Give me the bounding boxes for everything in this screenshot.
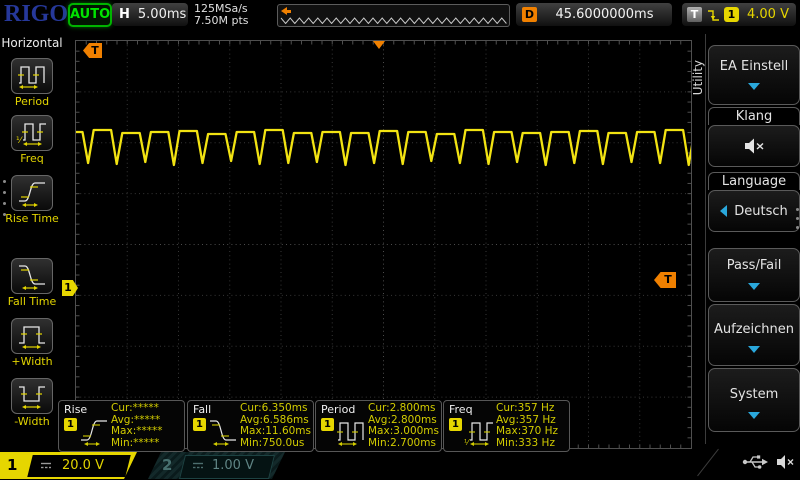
channel-status-bar: 1 20.0 V 2 1.00 V [0,450,800,480]
delay-value: 45.6000000ms [537,7,672,22]
measurement-panel-rise: Rise 1 Cur:***** Avg:***** Max:***** Min… [58,400,185,452]
measure-item-period[interactable]: Period [0,58,64,108]
channel2-status[interactable]: 2 1.00 V [148,452,285,479]
menu-item-sound-label: Klang [708,107,800,125]
horizontal-label: H [119,7,130,22]
period-icon [336,415,366,448]
rise-time-icon [79,415,109,448]
dc-coupling-icon [192,461,205,471]
channel1-scale: 20.0 V [62,458,104,473]
left-menu-page-dots [3,180,6,216]
measurement-source-badge: 1 [193,418,206,431]
memory-depth: 7.50M pts [194,15,249,27]
chevron-down-icon [748,346,760,353]
trigger-source-badge: 1 [724,7,739,22]
fall-time-icon [208,415,238,448]
menu-item-sound[interactable] [708,125,800,167]
trigger-box[interactable]: T 1 4.00 V [682,3,796,26]
period-icon [16,61,48,91]
chevron-left-icon [720,205,727,217]
menu-item-language[interactable]: Deutsch [708,190,800,232]
horizontal-scale-value: 5.00ms [138,7,186,22]
menu-item-io-setup[interactable]: EA Einstell [708,45,800,105]
measurement-values: Cur:2.800ms Avg:2.800ms Max:3.000ms Min:… [368,403,439,449]
channel2-scale: 1.00 V [212,458,254,473]
measurement-values: Cur:***** Avg:***** Max:***** Min:***** [111,403,163,449]
falling-edge-icon [707,7,720,23]
fall-time-icon [16,261,48,291]
dc-coupling-icon [40,461,53,471]
channel2-number: 2 [162,456,172,474]
freq-icon: ⅟ [16,118,48,148]
measurement-values: Cur:357 Hz Avg:357 Hz Max:370 Hz Min:333… [496,403,558,449]
svg-text:⅟: ⅟ [16,136,23,146]
left-menu-title: Horizontal [0,36,64,50]
measurement-panel-freq: Freq 1 ⅟ Cur:357 Hz Avg:357 Hz Max:370 H… [443,400,570,452]
measurement-source-badge: 1 [449,418,462,431]
right-soft-menu: Utility EA Einstell Klang Language Deuts… [692,30,800,450]
horizontal-scale-box[interactable]: H 5.00ms [112,3,188,26]
measurement-panel-period: Period 1 Cur:2.800ms Avg:2.800ms Max:3.0… [315,400,442,452]
preview-position-marker-icon [281,7,292,15]
measure-item-plus-width[interactable]: +Width [0,318,64,368]
speaker-muted-icon [743,137,765,155]
plus-width-icon [16,321,48,351]
channel1-status[interactable]: 1 20.0 V [0,452,142,479]
acquisition-info: 125MSa/s 7.50M pts [194,3,249,27]
measurement-source-badge: 1 [321,418,334,431]
menu-tab-title: Utility [691,60,705,95]
usb-icon [742,453,769,470]
preview-waveform-icon [278,5,507,24]
rise-time-icon [16,178,48,208]
menu-frame-line [705,34,706,444]
menu-item-record[interactable]: Aufzeichnen [708,304,800,366]
channel1-number: 1 [7,456,17,474]
delay-box[interactable]: D 45.6000000ms [516,3,672,26]
measure-item-fall-time[interactable]: Fall Time [0,258,64,308]
measurement-source-badge: 1 [64,418,77,431]
menu-item-language-label: Language [708,172,800,190]
trigger-level-value: 4.00 V [747,7,789,22]
measure-item-rise-time[interactable]: Rise Time [0,175,64,225]
language-value: Deutsch [734,204,788,219]
run-status-badge: AUTO [68,3,112,27]
trigger-label: T [687,7,702,22]
right-menu-page-dots [796,208,799,229]
measure-item-freq[interactable]: ⅟ Freq [0,115,64,165]
system-status-icons [742,453,795,470]
measure-item-minus-width[interactable]: -Width [0,378,64,428]
waveform-preview[interactable] [277,4,510,27]
minus-width-icon [16,381,48,411]
speaker-muted-icon [776,454,795,470]
measurement-panel-fall: Fall 1 Cur:6.350ms Avg:6.586ms Max:11.60… [187,400,314,452]
left-measure-menu: Horizontal Period ⅟ Freq [0,30,64,450]
channel1-waveform [76,41,691,448]
freq-icon: ⅟ [464,415,494,448]
chevron-down-icon [748,412,760,419]
trigger-position-marker-icon [373,41,385,49]
menu-item-pass-fail[interactable]: Pass/Fail [708,248,800,302]
measurement-values: Cur:6.350ms Avg:6.586ms Max:11.60ms Min:… [240,403,311,449]
delay-label: D [522,7,537,22]
svg-text:⅟: ⅟ [464,438,471,447]
chevron-down-icon [748,83,760,90]
chevron-down-icon [748,283,760,290]
oscilloscope-screen: RIGOL AUTO H 5.00ms 125MSa/s 7.50M pts D… [0,0,800,480]
graticule: T T 1 [75,40,692,449]
menu-item-system[interactable]: System [708,368,800,432]
